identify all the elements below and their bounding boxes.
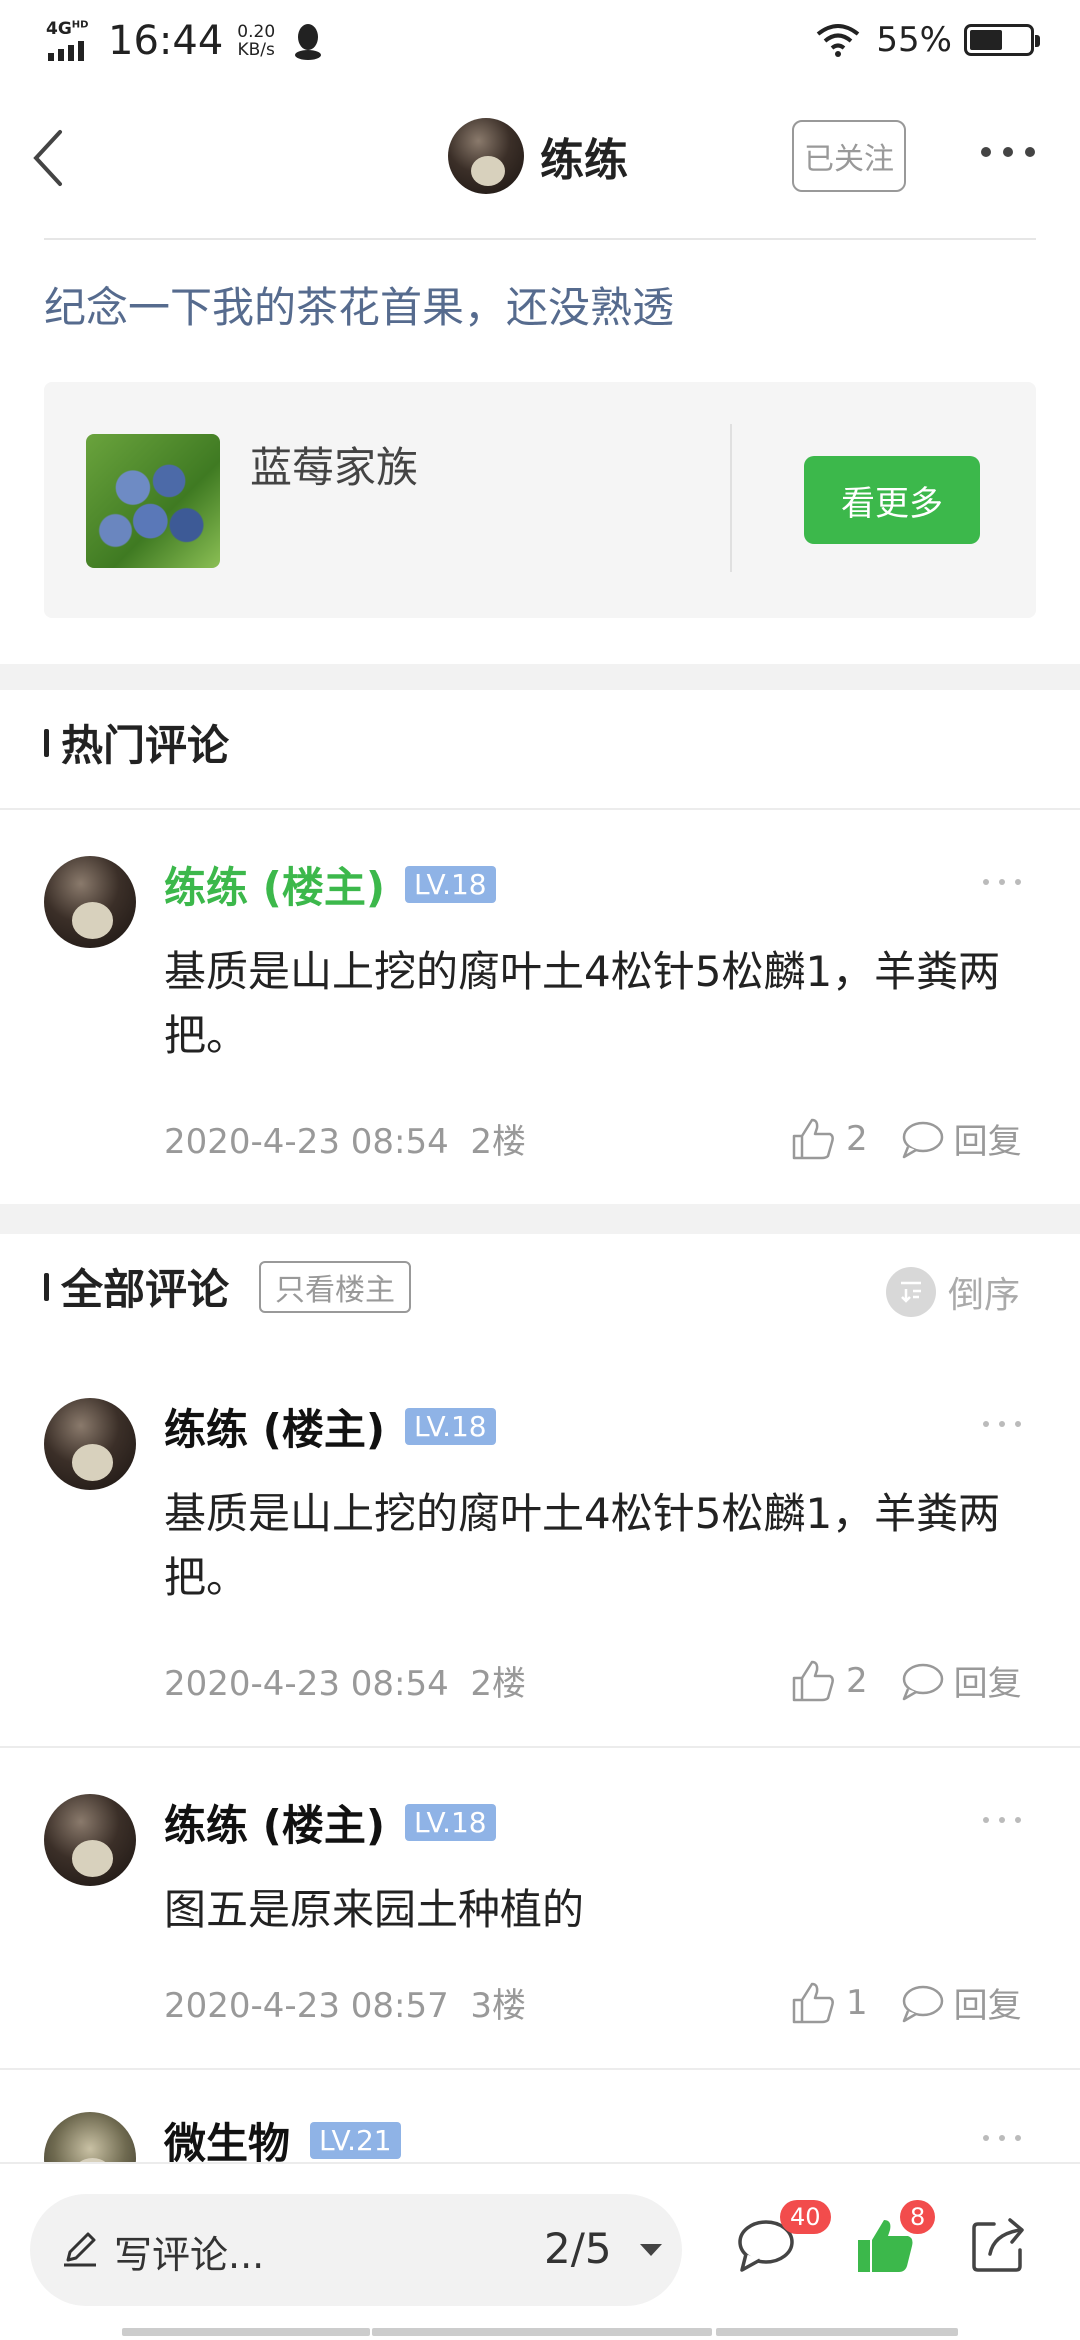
thumbs-up-icon[interactable] — [790, 1980, 836, 2026]
reply-icon[interactable] — [900, 1983, 944, 2023]
comment-actions: 2 回复 — [790, 1114, 1022, 1163]
avatar[interactable] — [44, 2112, 136, 2162]
sort-icon — [886, 1267, 936, 1317]
thumbs-up-icon[interactable] — [790, 1116, 836, 1162]
comment-item[interactable]: 练练 (楼主) LV.18 基质是山上挖的腐叶土4松针5松麟1，羊粪两把。 20… — [0, 854, 1080, 1162]
like-count: 1 — [846, 1982, 868, 2023]
comment-time: 2020-4-23 08:57 — [164, 1986, 449, 2026]
divider — [0, 808, 1080, 810]
comment-author[interactable]: 练练 (楼主) — [164, 1792, 385, 1853]
post-title[interactable]: 纪念一下我的茶花首果，还没熟透 — [44, 274, 674, 335]
like-count: 2 — [846, 1118, 868, 1159]
network-speed: 0.20 KB/s — [237, 22, 276, 60]
only-op-filter-button[interactable]: 只看楼主 — [259, 1260, 412, 1313]
avatar[interactable] — [44, 1398, 136, 1490]
level-badge: LV.21 — [310, 2121, 401, 2159]
reply-button[interactable]: 回复 — [954, 1978, 1022, 2027]
avatar[interactable] — [44, 856, 136, 948]
comment-item[interactable]: 微生物 LV.21 — [0, 2112, 1080, 2162]
qq-icon — [295, 24, 322, 60]
reply-button[interactable]: 回复 — [954, 1114, 1022, 1163]
comment-time: 2020-4-23 08:54 — [164, 1664, 449, 1704]
clock: 16:44 — [108, 18, 224, 64]
more-options-icon[interactable] — [980, 142, 1036, 162]
divider — [44, 238, 1036, 240]
sort-order-label: 倒序 — [948, 1275, 1021, 1316]
see-more-button[interactable]: 看更多 — [804, 456, 980, 544]
comment-actions: 1 回复 — [790, 1978, 1022, 2027]
comment-item[interactable]: 练练 (楼主) LV.18 基质是山上挖的腐叶土4松针5松麟1，羊粪两把。 20… — [0, 1396, 1080, 1704]
avatar[interactable] — [44, 1794, 136, 1886]
comment-meta: 2020-4-23 08:54 2楼 — [164, 1656, 526, 1705]
level-badge: LV.18 — [405, 865, 496, 903]
caret-down-icon[interactable] — [638, 2242, 664, 2258]
reply-icon[interactable] — [900, 1661, 944, 1701]
signal-icon: 4GHD — [46, 19, 98, 63]
all-comments-header: 全部评论 只看楼主 — [44, 1256, 412, 1317]
comment-meta: 2020-4-23 08:57 3楼 — [164, 1978, 526, 2027]
group-name: 蓝莓家族 — [250, 443, 419, 492]
comment-text: 基质是山上挖的腐叶土4松针5松麟1，羊粪两把。 — [164, 1489, 1001, 1602]
home-indicator — [716, 2328, 958, 2336]
more-options-icon[interactable] — [980, 876, 1024, 888]
like-count-badge: 8 — [900, 2200, 936, 2234]
comment-meta: 2020-4-23 08:54 2楼 — [164, 1114, 526, 1163]
pencil-icon — [64, 2232, 96, 2267]
section-title: 全部评论 — [61, 1265, 230, 1314]
battery-percent: 55% — [876, 20, 952, 60]
level-badge: LV.18 — [405, 1803, 496, 1841]
comment-author[interactable]: 微生物 — [164, 2112, 290, 2163]
thumbs-up-icon[interactable] — [790, 1658, 836, 1704]
write-comment-input[interactable]: 写评论... 2/5 — [30, 2194, 682, 2306]
comment-floor: 3楼 — [470, 1986, 527, 2026]
reply-icon[interactable] — [900, 1119, 944, 1159]
author-info[interactable]: 练练 — [448, 118, 628, 194]
comment-author[interactable]: 练练 (楼主) — [164, 1396, 385, 1457]
bottom-action-bar: 写评论... 2/5 40 8 — [0, 2162, 1080, 2340]
reply-button[interactable]: 回复 — [954, 1656, 1022, 1705]
avatar[interactable] — [448, 118, 524, 194]
status-bar: 4GHD 16:44 0.20 KB/s 55% — [0, 0, 1080, 84]
follow-button[interactable]: 已关注 — [792, 120, 906, 192]
comment-floor: 2楼 — [470, 1122, 527, 1162]
comment-text: 基质是山上挖的腐叶土4松针5松麟1，羊粪两把。 — [164, 947, 1001, 1060]
section-title: 热门评论 — [61, 721, 230, 770]
divider — [0, 1746, 1080, 1748]
write-comment-placeholder: 写评论... — [114, 2233, 265, 2277]
author-name: 练练 — [540, 135, 628, 186]
section-gap — [0, 1204, 1080, 1234]
share-icon[interactable] — [968, 2214, 1030, 2276]
more-options-icon[interactable] — [980, 1418, 1024, 1430]
page-indicator[interactable]: 2/5 — [544, 2224, 612, 2273]
more-options-icon[interactable] — [980, 2132, 1024, 2144]
top-nav: 练练 已关注 — [0, 100, 1080, 240]
group-card[interactable]: 蓝莓家族 看更多 — [44, 382, 1036, 618]
level-badge: LV.18 — [405, 1407, 496, 1445]
home-indicator — [372, 2328, 712, 2336]
divider — [0, 2068, 1080, 2070]
hot-comments-header: 热门评论 — [44, 712, 229, 773]
more-options-icon[interactable] — [980, 1814, 1024, 1826]
comment-item[interactable]: 练练 (楼主) LV.18 图五是原来园土种植的 2020-4-23 08:57… — [0, 1794, 1080, 2034]
battery-icon — [964, 24, 1040, 56]
back-arrow-icon[interactable] — [28, 128, 68, 188]
sort-order-button[interactable]: 倒序 — [886, 1266, 1020, 1318]
comment-author[interactable]: 练练 (楼主) — [164, 854, 385, 915]
comment-count-badge: 40 — [780, 2200, 831, 2234]
divider — [730, 424, 732, 572]
home-indicator — [122, 2328, 370, 2336]
section-gap — [0, 664, 1080, 690]
comment-text: 图五是原来园土种植的 — [164, 1885, 585, 1934]
wifi-icon — [817, 24, 860, 57]
group-thumbnail — [86, 434, 220, 568]
comment-actions: 2 回复 — [790, 1656, 1022, 1705]
comment-floor: 2楼 — [470, 1664, 527, 1704]
comment-time: 2020-4-23 08:54 — [164, 1122, 449, 1162]
like-count: 2 — [846, 1660, 868, 1701]
